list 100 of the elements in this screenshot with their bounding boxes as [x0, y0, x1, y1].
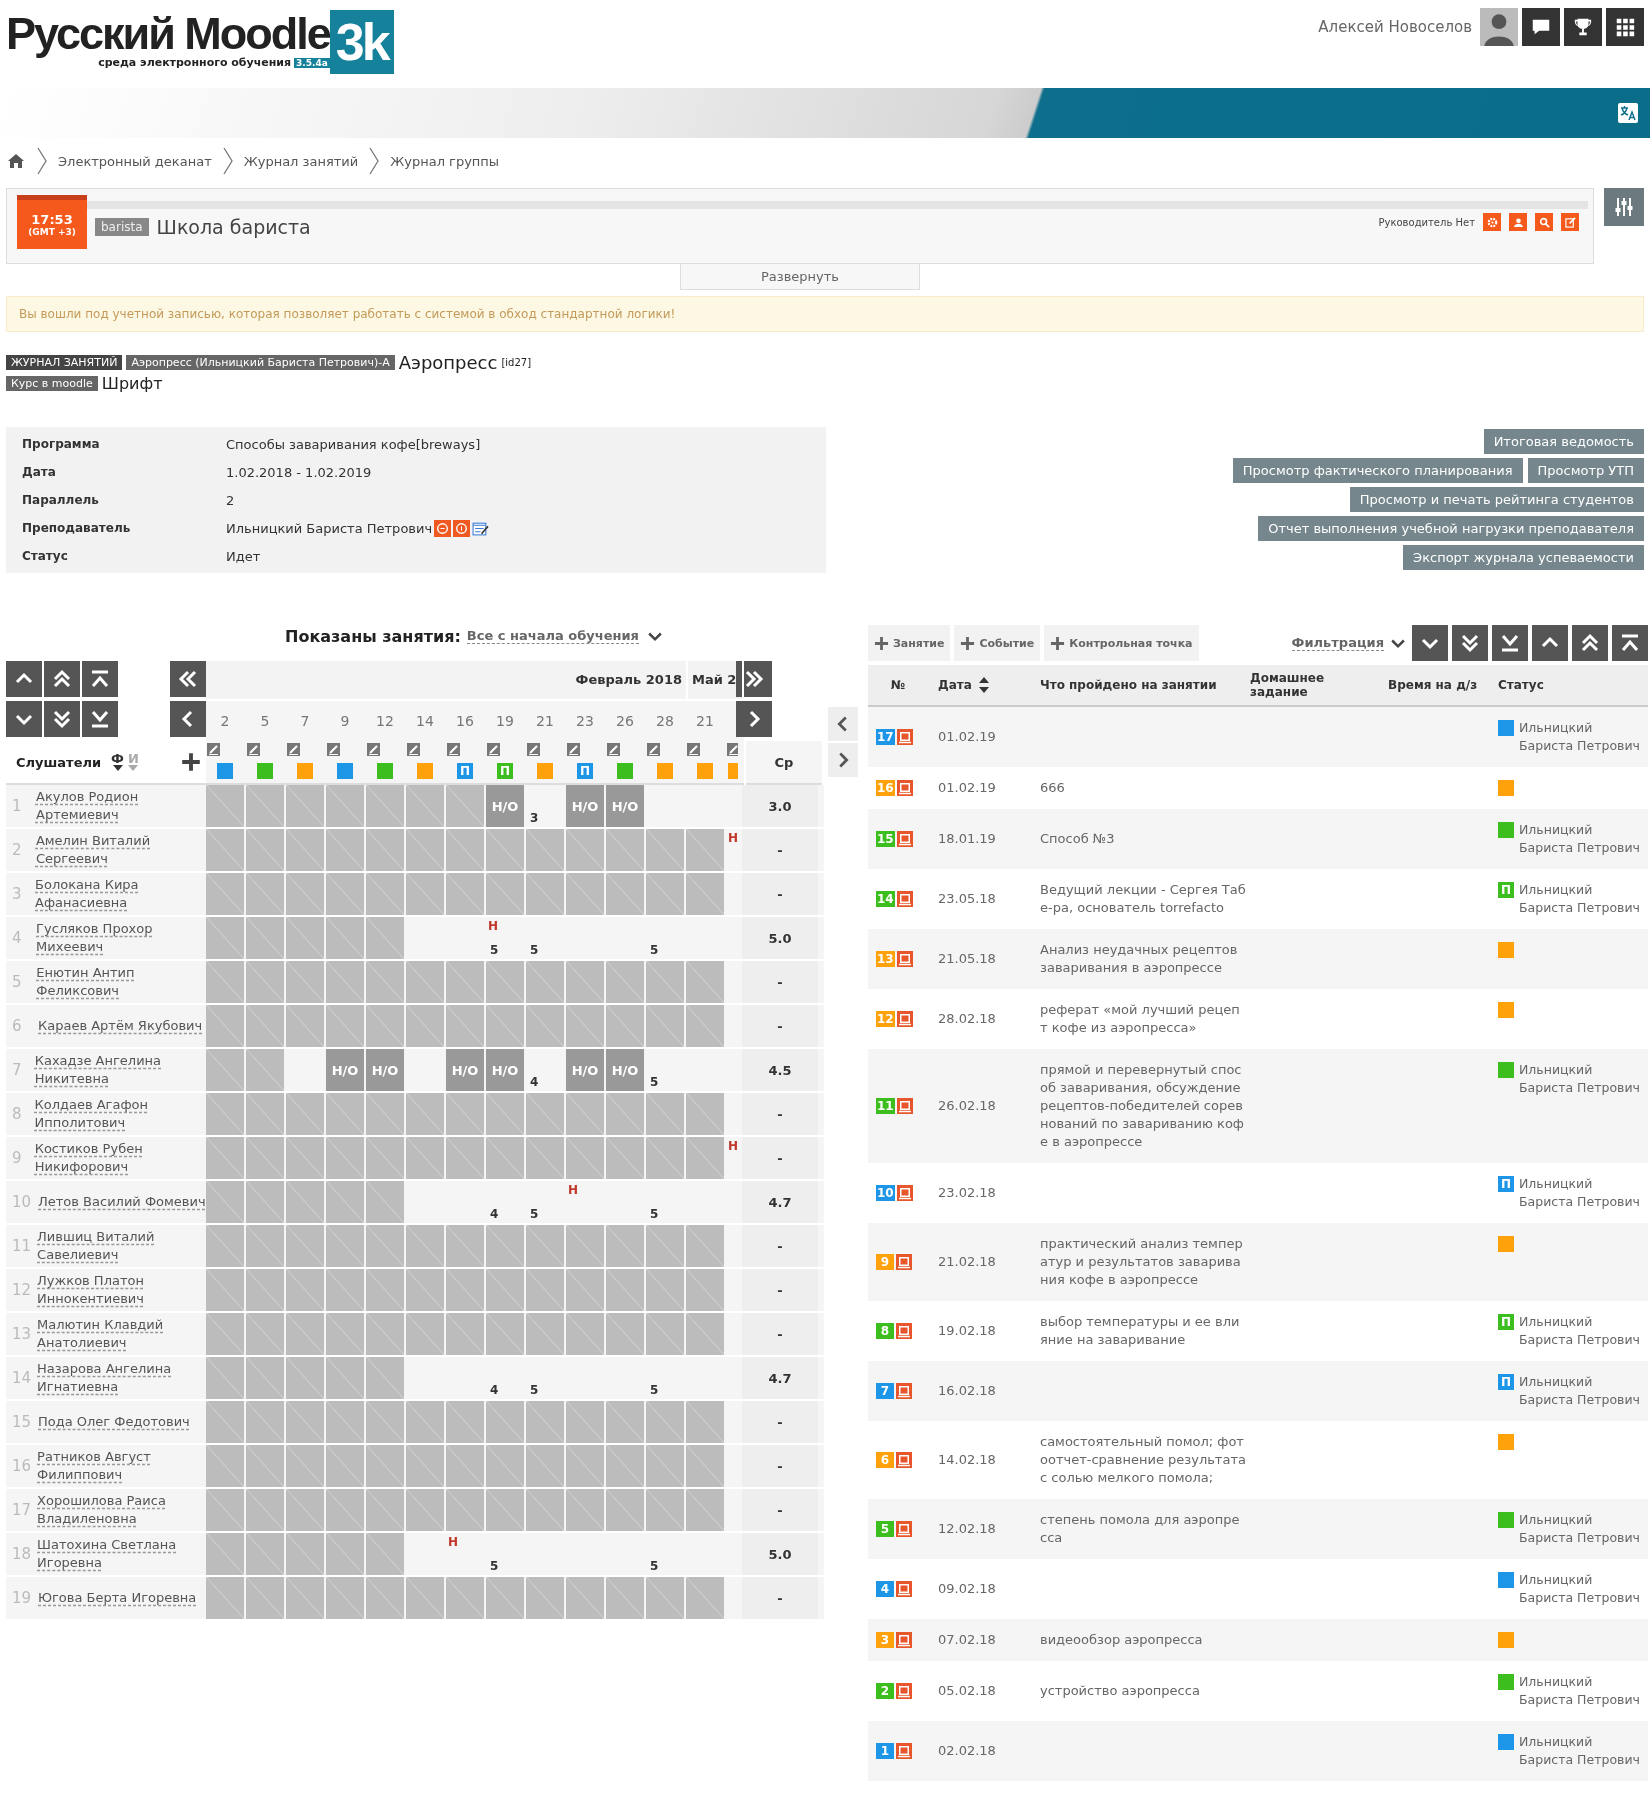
date-header[interactable]: 21: [536, 713, 554, 729]
report-button[interactable]: Итоговая ведомость: [1483, 429, 1644, 454]
edit-lesson-icon[interactable]: [407, 743, 420, 756]
grade[interactable]: 5: [490, 943, 499, 957]
period-dropdown[interactable]: Все с начала обучения: [466, 628, 639, 644]
user-name[interactable]: Алексей Новоселов: [1318, 18, 1472, 36]
student-name[interactable]: Хорошилова Раиса Владиленовна: [37, 1492, 206, 1528]
edit-lesson-icon[interactable]: [367, 743, 380, 756]
scroll-top-button[interactable]: [82, 661, 118, 697]
edit-icon[interactable]: [896, 1383, 912, 1399]
edit-lesson-icon[interactable]: [527, 743, 540, 756]
date-header[interactable]: 23: [576, 713, 594, 729]
absence-mark[interactable]: Н: [488, 919, 499, 933]
previous-button[interactable]: [170, 701, 206, 737]
grade[interactable]: 4: [490, 1207, 499, 1221]
edit-button[interactable]: [1561, 213, 1579, 231]
messages-button[interactable]: [1522, 8, 1560, 46]
edit-icon[interactable]: [896, 951, 913, 967]
date-header[interactable]: 21: [696, 713, 714, 729]
edit-icon[interactable]: [896, 1521, 912, 1537]
date-header[interactable]: 7: [300, 713, 310, 729]
add-button[interactable]: Занятие: [868, 625, 951, 661]
student-name[interactable]: Малютин Клавдий Анатолиевич: [37, 1316, 206, 1352]
filter-dropdown[interactable]: Фильтрация: [1291, 635, 1384, 651]
grade[interactable]: 5: [530, 1207, 539, 1221]
edit-icon[interactable]: [896, 1581, 912, 1597]
scroll-bottom-button[interactable]: [1492, 625, 1528, 661]
scroll-up-button[interactable]: [6, 661, 42, 697]
absence-mark[interactable]: Н: [568, 1183, 579, 1197]
previous-button[interactable]: [828, 707, 858, 741]
edit-lesson-icon[interactable]: [207, 743, 220, 756]
student-name[interactable]: Гусляков Прохор Михеевич: [36, 920, 206, 956]
absence-mark[interactable]: Н: [728, 831, 739, 845]
first-button[interactable]: [170, 661, 206, 697]
page-up-button[interactable]: [44, 661, 80, 697]
student-name[interactable]: Амелин Виталий Сергеевич: [35, 832, 206, 868]
avatar-icon[interactable]: [1480, 8, 1518, 46]
edit-icon[interactable]: [896, 1683, 912, 1699]
page-down-button[interactable]: [1452, 625, 1488, 661]
student-name[interactable]: Караев Артём Якубович: [38, 1017, 203, 1035]
add-button[interactable]: Контрольная точка: [1044, 625, 1199, 661]
edit-icon[interactable]: [896, 780, 913, 796]
next-button[interactable]: [736, 701, 772, 737]
sort-button[interactable]: Ф: [111, 753, 124, 771]
breadcrumb-link[interactable]: Журнал занятий: [243, 153, 359, 169]
date-header[interactable]: 26: [616, 713, 634, 729]
edit-lesson-icon[interactable]: [487, 743, 500, 756]
absence-mark[interactable]: Н: [728, 1139, 739, 1153]
date-header[interactable]: 19: [496, 713, 514, 729]
edit-lesson-icon[interactable]: [607, 743, 620, 756]
grade[interactable]: 5: [530, 1383, 539, 1397]
student-name[interactable]: Лившиц Виталий Савелиевич: [37, 1228, 206, 1264]
report-button[interactable]: Просмотр фактического планирования: [1232, 458, 1523, 483]
edit-icon[interactable]: [896, 729, 913, 745]
student-name[interactable]: Летов Василий Фомевич: [38, 1193, 206, 1211]
edit-icon[interactable]: [896, 1185, 913, 1201]
grade[interactable]: 5: [650, 1559, 659, 1573]
edit-lesson-icon[interactable]: [327, 743, 340, 756]
grade[interactable]: 5: [650, 1075, 659, 1089]
edit-lesson-icon[interactable]: [287, 743, 300, 756]
scroll-down-button[interactable]: [6, 701, 42, 737]
report-button[interactable]: Отчет выполнения учебной нагрузки преподавателя: [1258, 516, 1644, 541]
edit-icon[interactable]: [896, 1743, 912, 1759]
student-name[interactable]: Акулов Родион Артемиевич: [36, 788, 206, 824]
scroll-bottom-button[interactable]: [82, 701, 118, 737]
page-up-button[interactable]: [1572, 625, 1608, 661]
edit-lesson-icon[interactable]: [447, 743, 460, 756]
student-name[interactable]: Кахадзе Ангелина Никитевна: [34, 1052, 206, 1088]
grade[interactable]: 5: [650, 943, 659, 957]
edit-icon[interactable]: [896, 831, 913, 847]
student-name[interactable]: Костиков Рубен Никифорович: [34, 1140, 206, 1176]
edit-icon[interactable]: [896, 1452, 912, 1468]
grade[interactable]: 5: [530, 943, 539, 957]
edit-icon[interactable]: [896, 1323, 912, 1339]
next-button[interactable]: [828, 743, 858, 777]
report-button[interactable]: Просмотр УТП: [1527, 458, 1644, 483]
student-name[interactable]: Югова Берта Игоревна: [38, 1589, 197, 1607]
absence-mark[interactable]: Н: [448, 1535, 459, 1549]
student-name[interactable]: Шатохина Светлана Игоревна: [37, 1536, 206, 1572]
grade[interactable]: 4: [530, 1075, 539, 1089]
date-header[interactable]: 14: [416, 713, 434, 729]
page-down-button[interactable]: [44, 701, 80, 737]
grade[interactable]: 5: [650, 1207, 659, 1221]
settings-panel-button[interactable]: [1604, 188, 1644, 226]
edit-icon[interactable]: [896, 1254, 912, 1270]
edit-icon[interactable]: [896, 891, 913, 907]
edit-lesson-icon[interactable]: [567, 743, 580, 756]
home-icon[interactable]: [6, 151, 26, 171]
student-name[interactable]: Ратников Август Филиппович: [37, 1448, 206, 1484]
achievements-button[interactable]: [1564, 8, 1602, 46]
edit-lesson-icon[interactable]: [727, 743, 738, 756]
apps-button[interactable]: [1606, 8, 1644, 46]
expand-tab[interactable]: Развернуть: [680, 264, 920, 290]
student-name[interactable]: Пода Олег Федотович: [38, 1413, 190, 1431]
edit-lesson-icon[interactable]: [687, 743, 700, 756]
report-button[interactable]: Экспорт журнала успеваемости: [1403, 545, 1644, 570]
student-name[interactable]: Назарова Ангелина Игнатиевна: [37, 1360, 206, 1396]
edit-icon[interactable]: [896, 1011, 913, 1027]
student-name[interactable]: Енютин Антип Феликсович: [36, 964, 206, 1000]
report-button[interactable]: Просмотр и печать рейтинга студентов: [1349, 487, 1644, 512]
